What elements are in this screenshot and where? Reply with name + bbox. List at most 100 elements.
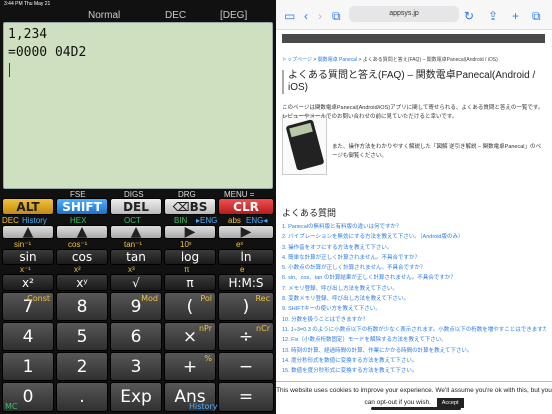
address-bar[interactable]: appsys.jp (349, 6, 459, 22)
status-date: Thu May 21 (23, 1, 51, 7)
del-button[interactable]: DEL (110, 198, 162, 215)
intro-paragraph: このページは関数電卓Panecal(Android/iOS)アプリに関して寄せら… (282, 105, 544, 120)
faq-link[interactable]: 13. 時刻の計算、経過時間の計算、作業にかかる時間の計算を教えて下さい。 (282, 346, 546, 356)
cursor-up-button-2[interactable]: ▲ (56, 224, 108, 240)
faq-link[interactable]: 14. 度分秒形式を数値に変換する方法を教えて下さい。 (282, 356, 546, 366)
equals-label: = (238, 387, 254, 407)
add-icon[interactable]: + (512, 9, 519, 23)
decimal-point-button[interactable]: . (56, 382, 108, 412)
faq-link[interactable]: 9. SHIFTキーの使い方を教えて下さい。 (282, 304, 546, 314)
key-5[interactable]: 5 (56, 322, 108, 351)
cursor-up-button[interactable]: ▲ (2, 224, 54, 240)
ans-history-label: History (189, 402, 218, 411)
url-text: appsys.jp (389, 10, 419, 17)
close-paren-button[interactable]: ) Rec (218, 292, 274, 321)
faq-link[interactable]: 3. 操作音をオフにする方法を教えて下さい。 (282, 243, 546, 253)
open-paren-button[interactable]: (Pol (164, 292, 216, 321)
key-0[interactable]: 0 MC (2, 382, 54, 412)
exp-button[interactable]: Exp (110, 382, 162, 412)
divide-button[interactable]: ÷ nCr (218, 322, 274, 351)
cursor-up-button-3[interactable]: ▲ (110, 224, 162, 240)
reciprocal-label: x⁻¹ (20, 265, 31, 274)
key-4[interactable]: 4 (2, 322, 54, 351)
tan-button[interactable]: tan (110, 249, 162, 265)
asin-label: sin⁻¹ (14, 240, 32, 249)
home-indicator (371, 407, 461, 410)
faq-link[interactable]: 1. Panecalの無料版と有料版の違いは何ですか？ (282, 222, 546, 232)
share-icon[interactable]: ⇪ (488, 9, 498, 23)
faq-list: 1. Panecalの無料版と有料版の違いは何ですか？ 2. バイブレーションを… (282, 222, 546, 376)
open-paren-label: ( (186, 296, 194, 317)
cursor-right-button-2[interactable]: ▶ (218, 224, 274, 240)
ans-button[interactable]: Ans History (164, 382, 218, 412)
reload-icon[interactable]: ↻ (464, 9, 474, 23)
chevron-up-icon: ▲ (76, 224, 88, 240)
square-label: x² (74, 265, 81, 274)
faq-link[interactable]: 8. 変数メモリ登録、呼び出し方法を教えて下さい。 (282, 294, 546, 304)
log-button[interactable]: log (164, 249, 216, 265)
backspace-button[interactable]: ⌫BS (164, 198, 216, 215)
faq-link[interactable]: 10. 分数を扱うことはできますか？ (282, 315, 546, 325)
hms-button[interactable]: H:M:S (218, 274, 274, 291)
faq-link[interactable]: 12. Fix（小数点桁数固定）モードを解除する方法を教えて下さい。 (282, 335, 546, 345)
breadcrumb-current: よくある質問と答え(FAQ) – 関数電卓Panecal(Android / i… (362, 57, 498, 63)
breadcrumb-panecal[interactable]: 関数電卓 Panecal (318, 57, 357, 63)
tabs-icon[interactable]: ⧉ (532, 9, 541, 24)
minus-button[interactable]: − (218, 352, 274, 381)
faq-link[interactable]: 2. バイブレーションを無効にする方法を教えて下さい。（Android版のみ） (282, 232, 546, 242)
close-paren-label: ) (242, 296, 250, 317)
forward-icon[interactable]: › (318, 9, 322, 23)
percent-label: % (204, 354, 212, 363)
pi-button[interactable]: π (164, 274, 216, 291)
clr-button[interactable]: CLR (218, 198, 274, 215)
cos-button[interactable]: cos (56, 249, 108, 265)
sidebar-icon[interactable]: ▭ (284, 9, 295, 23)
plus-button[interactable]: +% (164, 352, 216, 381)
key-6-label: 6 (130, 326, 142, 347)
chevron-up-icon: ▲ (130, 224, 142, 240)
ln-button[interactable]: ln (218, 249, 274, 265)
square-button[interactable]: x² (2, 274, 54, 291)
key-9[interactable]: 9 Mod (110, 292, 162, 321)
faq-link[interactable]: 11. 1÷3=0.3 のように小数点以下の桁数が少なく表示されます。小数点以下… (282, 325, 546, 335)
abs-label: abs (228, 216, 241, 225)
book-icon[interactable]: ⧉ (332, 9, 341, 24)
back-icon[interactable]: ‹ (304, 9, 308, 23)
key-3[interactable]: 3 (110, 352, 162, 381)
key-2-label: 2 (76, 356, 88, 377)
sin-button[interactable]: sin (2, 249, 54, 265)
cursor-right-button[interactable]: ▶ (164, 224, 216, 240)
breadcrumb-home[interactable]: トップページ (282, 57, 312, 63)
key-6[interactable]: 6 (110, 322, 162, 351)
result-line: =0000 04D2 (8, 45, 87, 60)
mode-bar: Normal DEC [DEG] (0, 9, 276, 23)
mod-label: Mod (141, 294, 158, 303)
key-2[interactable]: 2 (56, 352, 108, 381)
plus-label: + (182, 356, 198, 377)
eng-right-label: ▸ENG (196, 216, 218, 225)
key-4-label: 4 (22, 326, 34, 347)
key-8[interactable]: 8 (56, 292, 108, 321)
power-button[interactable]: xʸ (56, 274, 108, 291)
sqrt-button[interactable]: √ (110, 274, 162, 291)
pow10-label: 10ˣ (180, 240, 192, 249)
alt-button[interactable]: ALT (2, 198, 54, 215)
key-7[interactable]: 7 Const (2, 292, 54, 321)
key-1-label: 1 (22, 356, 34, 377)
divide-label: ÷ (238, 326, 254, 347)
exp-label: Exp (120, 387, 152, 407)
faq-link[interactable]: 15. 数値を度分秒形式に変換する方法を教えて下さい。 (282, 366, 546, 376)
equals-button[interactable]: = (218, 382, 274, 412)
atan-label: tan⁻¹ (124, 240, 143, 249)
ncr-label: nCr (256, 324, 270, 333)
key-1[interactable]: 1 (2, 352, 54, 381)
faq-link[interactable]: 7. メモリ登録、呼び出し方法を教えて下さい。 (282, 284, 546, 294)
shift-button[interactable]: SHIFT (56, 198, 108, 215)
faq-link[interactable]: 5. 小数点の計算が正しく計算されません。不具合ですか？ (282, 263, 546, 273)
calculator-display[interactable]: 1,234 =0000 04D2 (3, 22, 273, 189)
multiply-button[interactable]: × nPr (164, 322, 216, 351)
faq-link[interactable]: 6. sin、cos、tan の計算結果が正しく計算されません。不具合ですか？ (282, 273, 546, 283)
app-thumbnail (282, 115, 327, 175)
exp-e-label: eˣ (236, 240, 244, 249)
faq-link[interactable]: 4. 簡単な計算が正しく計算されません。不具合ですか？ (282, 253, 546, 263)
